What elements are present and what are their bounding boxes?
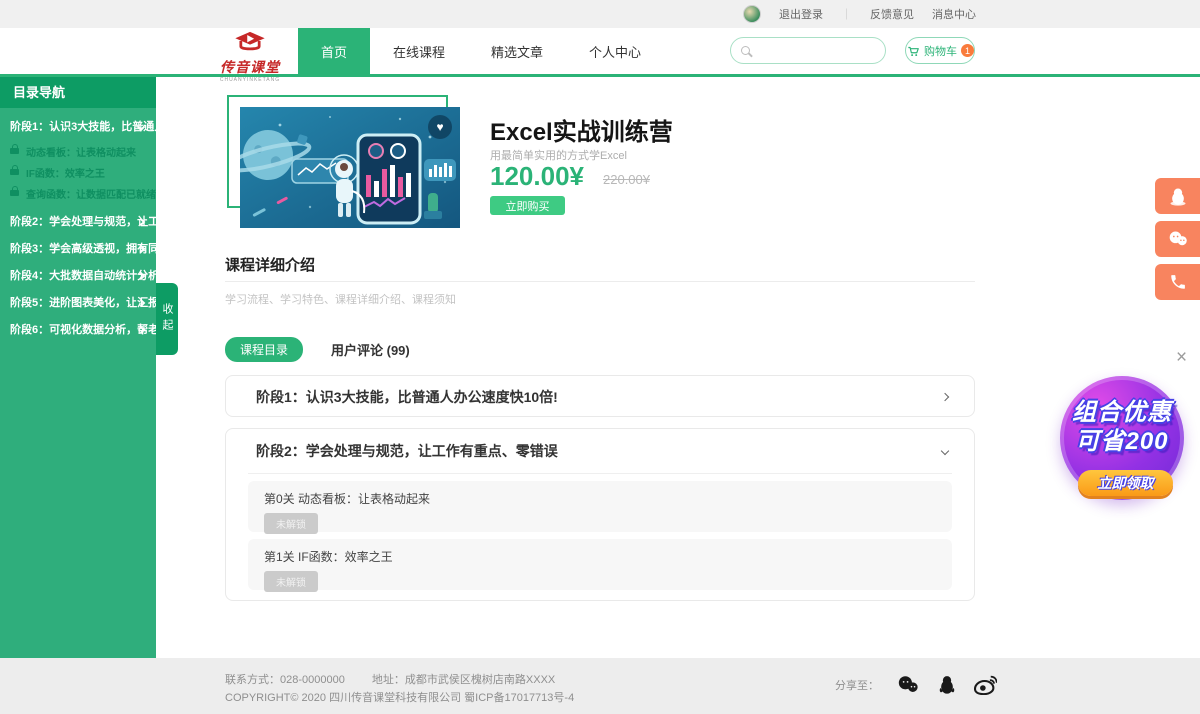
- tab-user-comments[interactable]: 用户评论 (99): [331, 340, 410, 359]
- catalog-sidebar: 目录导航 阶段1：认识3大技能，比普通人... 动态看板：让表格动起来 IF函数…: [0, 77, 156, 658]
- footer: 联系方式：028-0000000 地址：成都市武侯区槐树店南路XXXX COPY…: [0, 658, 1200, 714]
- accordion-divider: [248, 473, 952, 474]
- detail-summary: 学习流程、学习特色、课程详细介绍、课程须知: [225, 291, 456, 307]
- messages-link[interactable]: 消息中心: [932, 6, 976, 22]
- nav-item-courses[interactable]: 在线课程: [370, 28, 468, 74]
- header-accent-line: [0, 74, 1200, 77]
- tab-course-catalog[interactable]: 课程目录: [225, 337, 303, 362]
- search-input[interactable]: [731, 38, 886, 63]
- sidebar-stage-5[interactable]: 阶段5：进阶图表美化，让汇报一...: [0, 290, 156, 317]
- feedback-link[interactable]: 反馈意见: [870, 6, 914, 22]
- lesson-item-1[interactable]: 第1关 IF函数：效率之王 未解锁: [248, 539, 952, 590]
- stage-accordion-2: 阶段2：学会处理与规范，让工作有重点、零错误 第0关 动态看板：让表格动起来 未…: [225, 428, 975, 601]
- share-label: 分享至：: [835, 677, 879, 693]
- sidebar-lesson-locked[interactable]: IF函数：效率之王: [0, 162, 156, 183]
- sidebar-stage-3[interactable]: 阶段3：学会高级透视，拥有同时...: [0, 236, 156, 263]
- course-cover-image: ♥: [240, 107, 460, 228]
- course-illustration: [240, 107, 460, 228]
- course-title: Excel实战训练营: [490, 112, 673, 147]
- lesson-status-badge: 未解锁: [264, 571, 318, 592]
- logout-link[interactable]: 退出登录: [779, 6, 823, 22]
- favorite-heart-button[interactable]: ♥: [428, 115, 452, 139]
- contact-floaters: [1155, 178, 1200, 300]
- lock-icon: [10, 169, 19, 175]
- qq-icon: [1168, 186, 1188, 206]
- promo-close-button[interactable]: ×: [1176, 347, 1187, 369]
- chevron-down-icon: [941, 447, 949, 455]
- phone-contact-button[interactable]: [1155, 264, 1200, 300]
- cart-label: 购物车: [924, 43, 957, 59]
- lesson-name: 第0关 动态看板：让表格动起来: [264, 490, 936, 507]
- sidebar-stage-2[interactable]: 阶段2：学会处理与规范，让工作...: [0, 209, 156, 236]
- nav-item-home[interactable]: 首页: [298, 28, 370, 74]
- qq-contact-button[interactable]: [1155, 178, 1200, 214]
- logo-subtitle: CHUANYINKETANG: [205, 77, 295, 83]
- cart-count-badge: 1: [961, 44, 974, 57]
- sidebar-stage-4[interactable]: 阶段4：大批数据自动统计分析，...: [0, 263, 156, 290]
- course-original-price: 220.00¥: [603, 172, 650, 187]
- course-price: 120.00¥: [490, 161, 584, 192]
- buy-now-button[interactable]: 立即购买: [490, 196, 565, 215]
- footer-copyright: COPYRIGHT© 2020 四川传音课堂科技有限公司 蜀ICP备170177…: [225, 689, 574, 705]
- top-utility-bar: 退出登录 ｜ 反馈意见 消息中心: [0, 0, 1200, 28]
- sidebar-lesson-locked[interactable]: 动态看板：让表格动起来: [0, 141, 156, 162]
- main-nav: 首页 在线课程 精选文章 个人中心: [298, 28, 664, 74]
- sidebar-title: 目录导航: [0, 77, 156, 108]
- wechat-icon: [1167, 229, 1189, 249]
- user-avatar[interactable]: [743, 5, 761, 23]
- header: 传音课堂 CHUANYINKETANG 首页 在线课程 精选文章 个人中心 搜索…: [0, 28, 1200, 74]
- footer-contact-address: 地址：成都市武侯区槐树店南路XXXX: [372, 674, 555, 686]
- stage-accordion-1: 阶段1：认识3大技能，比普通人办公速度快10倍!: [225, 375, 975, 417]
- nav-item-profile[interactable]: 个人中心: [566, 28, 664, 74]
- heart-icon: ♥: [436, 120, 443, 134]
- phone-icon: [1169, 273, 1187, 291]
- stage-1-header[interactable]: 阶段1：认识3大技能，比普通人办公速度快10倍!: [226, 376, 974, 418]
- lesson-name: 第1关 IF函数：效率之王: [264, 548, 936, 565]
- topbar-divider: ｜: [841, 6, 852, 22]
- lock-icon: [10, 190, 19, 196]
- nav-item-articles[interactable]: 精选文章: [468, 28, 566, 74]
- lesson-status-badge: 未解锁: [264, 513, 318, 534]
- wechat-contact-button[interactable]: [1155, 221, 1200, 257]
- search-icon: [741, 46, 750, 55]
- logo-cap-icon: [229, 30, 271, 52]
- qq-share-icon[interactable]: [937, 674, 957, 695]
- sidebar-collapse-tab[interactable]: 收起: [156, 283, 178, 355]
- weibo-share-icon[interactable]: [974, 674, 997, 695]
- section-divider: [225, 281, 975, 282]
- lesson-item-0[interactable]: 第0关 动态看板：让表格动起来 未解锁: [248, 481, 952, 532]
- cart-icon: [906, 44, 920, 58]
- search-bar: 搜索: [730, 37, 886, 64]
- sidebar-stage-1[interactable]: 阶段1：认识3大技能，比普通人...: [0, 114, 156, 141]
- lock-icon: [10, 148, 19, 154]
- detail-section-title: 课程详细介绍: [225, 254, 315, 275]
- cart-button[interactable]: 购物车 1: [905, 37, 975, 64]
- promo-claim-button[interactable]: 立即领取: [1078, 470, 1173, 496]
- detail-tabs: 课程目录 用户评论 (99): [225, 337, 410, 362]
- stage-2-header[interactable]: 阶段2：学会处理与规范，让工作有重点、零错误: [226, 429, 974, 473]
- chevron-right-icon: [941, 393, 949, 401]
- sidebar-stage-6[interactable]: 阶段6：可视化数据分析，帮老板...: [0, 317, 156, 344]
- sidebar-lesson-locked[interactable]: 查询函数：让数据匹配已就绪: [0, 183, 156, 204]
- footer-contact-phone: 联系方式：028-0000000: [225, 674, 345, 686]
- wechat-share-icon[interactable]: [896, 674, 920, 695]
